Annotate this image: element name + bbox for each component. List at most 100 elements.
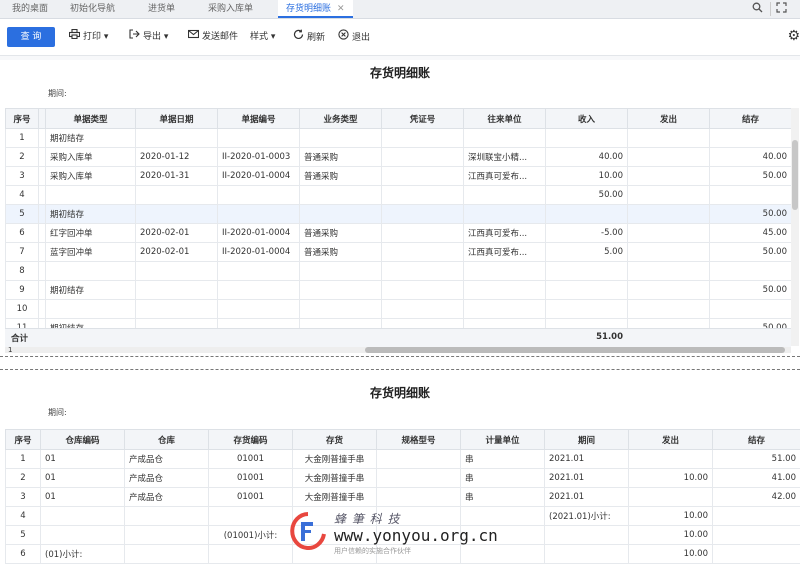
query-button[interactable]: 查 询 (7, 27, 55, 47)
item-name-link[interactable]: 大金刚普撞手串 (293, 469, 377, 488)
tab-init-nav[interactable]: 初始化导航 (70, 0, 115, 18)
table-cell: 40.00 (710, 148, 792, 167)
table-cell: 10.00 (546, 167, 628, 186)
column-header[interactable]: 序号 (6, 109, 39, 129)
document-number-link[interactable] (218, 205, 300, 224)
search-icon[interactable] (750, 2, 764, 16)
document-number-link[interactable]: II-2020-01-0004 (218, 243, 300, 262)
table-row[interactable]: 9期初结存50.00 (6, 281, 792, 300)
item-name-link[interactable]: 大金刚普撞手串 (293, 450, 377, 469)
column-header[interactable]: 单据编号 (218, 109, 300, 129)
column-header[interactable]: 发出 (628, 109, 710, 129)
refresh-button[interactable]: 刷新 (292, 29, 325, 45)
table-row[interactable]: 101产成品仓01001大金刚普撞手串串2021.0151.00 (6, 450, 800, 469)
vertical-scrollbar[interactable] (791, 108, 799, 346)
document-number-link[interactable]: II-2020-01-0004 (218, 224, 300, 243)
row-spacer-cell (39, 167, 46, 186)
column-header[interactable]: 收入 (546, 109, 628, 129)
print-button[interactable]: 打印 ▾ (68, 29, 108, 45)
table-row[interactable]: 2采购入库单2020-01-12II-2020-01-0003普通采购深圳联宝小… (6, 148, 792, 167)
printer-icon (68, 29, 80, 45)
document-number-link[interactable] (218, 186, 300, 205)
item-code-link[interactable]: 01001 (209, 469, 293, 488)
page-marker: 1 (8, 346, 12, 354)
tab-my-desktop[interactable]: 我的桌面 (12, 0, 48, 18)
table-cell (546, 300, 628, 319)
table-row[interactable]: 1期初结存 (6, 129, 792, 148)
table-cell: 41.00 (713, 469, 800, 488)
table-row[interactable]: 5期初结存50.00 (6, 205, 792, 224)
column-header[interactable]: 存货编码 (209, 430, 293, 450)
row-spacer-cell (39, 243, 46, 262)
column-header[interactable]: 存货 (293, 430, 377, 450)
table-cell: 3 (6, 167, 39, 186)
column-header[interactable]: 仓库编码 (41, 430, 125, 450)
fullscreen-icon[interactable] (774, 2, 788, 16)
table-header: 序号 仓库编码 仓库 存货编码 存货 规格型号 计量单位 期间 发出 结存 (6, 430, 800, 450)
table-row[interactable]: 450.00 (6, 186, 792, 205)
table-cell: 50.00 (710, 167, 792, 186)
table-row[interactable]: 6红字回冲单2020-02-01II-2020-01-0004普通采购江西真可爱… (6, 224, 792, 243)
column-header[interactable]: 计量单位 (461, 430, 545, 450)
tab-inventory-ledger[interactable]: 存货明细账✕ (278, 0, 353, 18)
table-cell (300, 262, 382, 281)
column-header[interactable]: 结存 (713, 430, 800, 450)
column-header[interactable]: 仓库 (125, 430, 209, 450)
table-row[interactable]: 301产成品仓01001大金刚普撞手串串2021.0142.00 (6, 488, 800, 507)
item-name-link[interactable]: 大金刚普撞手串 (293, 488, 377, 507)
table-row[interactable]: 7蓝字回冲单2020-02-01II-2020-01-0004普通采购江西真可爱… (6, 243, 792, 262)
row-spacer-cell (39, 224, 46, 243)
column-header[interactable]: 单据类型 (46, 109, 136, 129)
table-cell (382, 281, 464, 300)
document-number-link[interactable] (218, 262, 300, 281)
table-cell (464, 262, 546, 281)
horizontal-scrollbar[interactable] (5, 347, 791, 353)
column-header[interactable]: 单据日期 (136, 109, 218, 129)
table-cell: 采购入库单 (46, 148, 136, 167)
tab-purchase-order[interactable]: 进货单 (148, 0, 175, 18)
export-button[interactable]: 导出 ▾ (128, 29, 168, 45)
item-code-link[interactable]: 01001 (209, 488, 293, 507)
table-cell: 01 (41, 469, 125, 488)
column-header-spacer (39, 109, 46, 129)
document-number-link[interactable] (218, 300, 300, 319)
style-button[interactable]: 样式 ▾ (250, 29, 275, 45)
document-number-link[interactable]: II-2020-01-0004 (218, 167, 300, 186)
scrollbar-thumb[interactable] (365, 347, 785, 353)
column-header[interactable]: 规格型号 (377, 430, 461, 450)
table-cell (382, 186, 464, 205)
column-header[interactable]: 发出 (629, 430, 713, 450)
table-cell (382, 262, 464, 281)
column-header[interactable]: 凭证号 (382, 109, 464, 129)
column-header[interactable]: 往来单位 (464, 109, 546, 129)
table-cell (546, 281, 628, 300)
row-spacer-cell (39, 148, 46, 167)
table-cell: 40.00 (546, 148, 628, 167)
document-number-link[interactable]: II-2020-01-0003 (218, 148, 300, 167)
tab-purchase-receipt[interactable]: 采购入库单 (208, 0, 253, 18)
document-number-link[interactable] (218, 281, 300, 300)
table-row[interactable]: 8 (6, 262, 792, 281)
item-code-link[interactable]: 01001 (209, 450, 293, 469)
table-cell (382, 167, 464, 186)
table-cell: (01)小计: (41, 545, 125, 564)
document-number-link[interactable] (218, 129, 300, 148)
gear-icon[interactable]: ⚙ (787, 28, 800, 44)
scrollbar-thumb[interactable] (792, 140, 798, 210)
table-row[interactable]: 201产成品仓01001大金刚普撞手串串2021.0110.0041.00 (6, 469, 800, 488)
column-header[interactable]: 业务类型 (300, 109, 382, 129)
table-cell: 采购入库单 (46, 167, 136, 186)
column-header[interactable]: 结存 (710, 109, 792, 129)
table-cell: 1 (6, 450, 41, 469)
table-cell (464, 281, 546, 300)
close-icon[interactable]: ✕ (337, 4, 345, 14)
table-row[interactable]: 3采购入库单2020-01-31II-2020-01-0004普通采购江西真可爱… (6, 167, 792, 186)
row-spacer-cell (39, 205, 46, 224)
exit-button[interactable]: 退出 (337, 29, 370, 45)
column-header[interactable]: 期间 (545, 430, 629, 450)
column-header[interactable]: 序号 (6, 430, 41, 450)
table-cell (136, 300, 218, 319)
send-email-button[interactable]: 发送邮件 (187, 29, 238, 45)
total-label: 合计 (11, 332, 28, 344)
table-row[interactable]: 10 (6, 300, 792, 319)
